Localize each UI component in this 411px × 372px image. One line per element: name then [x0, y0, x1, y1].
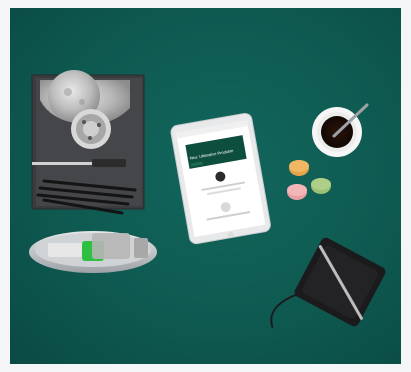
paper-clips	[92, 233, 130, 259]
image-frame: Neu: Ultimative Produkte	[0, 0, 411, 372]
oval-tray	[29, 231, 157, 273]
macarons	[287, 160, 331, 200]
coffee-cup	[312, 103, 369, 157]
flatlay-scene: Neu: Ultimative Produkte	[29, 70, 386, 329]
binder-clip	[48, 243, 82, 257]
metal-bowl	[71, 109, 111, 149]
tablet: Neu: Ultimative Produkte	[170, 112, 271, 245]
leather-journal	[270, 237, 386, 329]
flatlay-photo: Neu: Ultimative Produkte	[10, 8, 401, 364]
